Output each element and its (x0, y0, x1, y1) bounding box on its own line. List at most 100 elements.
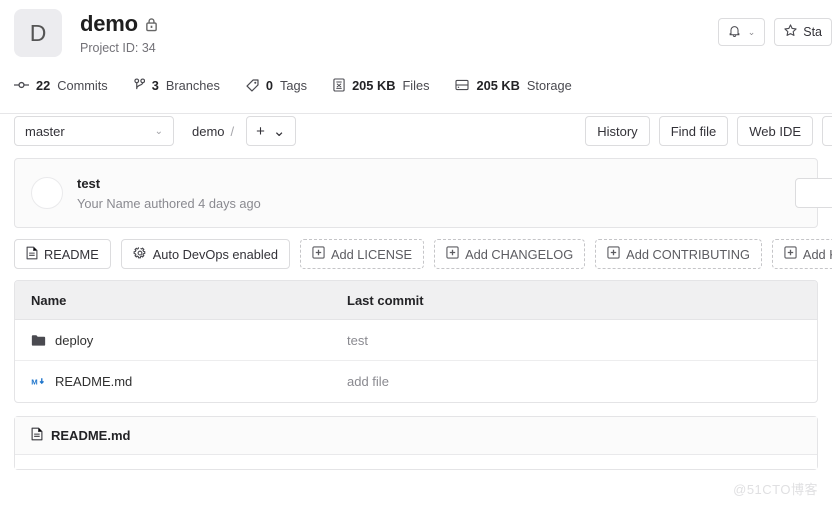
find-file-button[interactable]: Find file (658, 116, 729, 146)
add-changelog-button[interactable]: Add CHANGELOG (434, 239, 586, 269)
file-name-cell: M README.md (15, 374, 347, 389)
last-commit-card: test Your Name authored 4 days ago (14, 158, 832, 228)
table-header-row: Name Last commit (15, 281, 817, 320)
project-header: D demo Project ID: 34 (14, 0, 818, 66)
chevron-down-icon: ⌄ (154, 125, 163, 137)
tag-icon (246, 78, 259, 92)
stat-branches-value: 3 (151, 77, 159, 93)
stat-storage-value: 205 KB (476, 77, 520, 93)
stat-tags-label: Tags (280, 77, 308, 93)
page-title: demo (80, 11, 138, 36)
column-header-last-commit: Last commit (347, 292, 424, 308)
project-avatar-letter: D (29, 19, 47, 46)
project-title-line: demo (80, 11, 158, 37)
star-button[interactable]: Sta (774, 18, 832, 46)
header-actions: ⌄ Sta (717, 18, 832, 46)
file-name-link[interactable]: deploy (55, 333, 93, 348)
last-commit-title[interactable]: test (77, 176, 261, 191)
table-row[interactable]: M README.md add file (15, 361, 817, 402)
add-changelog-button-label: Add CHANGELOG (465, 246, 574, 262)
branch-selector[interactable]: master ⌄ (14, 116, 174, 146)
file-table: Name Last commit deploy test M README.md… (14, 280, 818, 403)
stat-commits-value: 22 (36, 77, 51, 93)
markdown-icon: M (31, 377, 46, 387)
gitlab-project-page: D demo Project ID: 34 ⌄ Sta 22 Commits 3… (0, 0, 832, 506)
add-license-button[interactable]: Add LICENSE (299, 239, 425, 269)
folder-icon (31, 334, 46, 346)
stat-tags-value: 0 (265, 77, 274, 93)
readme-button-label: README (44, 246, 99, 262)
chevron-down-icon: ⌄ (272, 123, 286, 140)
notifications-button[interactable]: ⌄ (717, 18, 766, 46)
readme-button[interactable]: README (14, 239, 111, 269)
table-row[interactable]: deploy test (15, 320, 817, 361)
lock-icon (145, 17, 158, 32)
add-contributing-button[interactable]: Add CONTRIBUTING (595, 239, 762, 269)
add-to-repo-button[interactable]: + ⌄ (246, 116, 296, 146)
quick-actions: README Auto DevOps enabled Add LICENSE A… (14, 228, 832, 280)
stat-storage: 205 KB Storage (455, 77, 572, 93)
branch-icon (134, 78, 145, 92)
commit-icon (14, 80, 29, 90)
svg-text:M: M (31, 377, 37, 386)
project-avatar: D (14, 9, 62, 57)
stat-files: 205 KB Files (333, 78, 429, 93)
auto-devops-button[interactable]: Auto DevOps enabled (120, 239, 290, 269)
plus-box-icon (784, 246, 797, 262)
storage-icon (455, 79, 470, 91)
chevron-down-icon: ⌄ (747, 26, 756, 37)
last-commit-meta: Your Name authored 4 days ago (77, 195, 261, 211)
stat-commits[interactable]: 22 Commits (14, 78, 108, 93)
web-ide-button[interactable]: Web IDE (737, 116, 813, 146)
auto-devops-button-label: Auto DevOps enabled (152, 246, 278, 262)
star-icon (784, 24, 797, 40)
breadcrumb-separator: / (230, 123, 235, 139)
avatar (31, 177, 63, 209)
bell-icon (728, 24, 741, 41)
clone-button[interactable] (822, 116, 832, 146)
readme-panel-header: README.md (15, 417, 817, 455)
plus-box-icon (312, 246, 325, 262)
file-last-commit[interactable]: test (347, 333, 817, 348)
history-button-label: History (597, 123, 638, 139)
file-last-commit[interactable]: add file (347, 374, 817, 389)
breadcrumb: demo / (192, 124, 234, 139)
add-kubernetes-button-label: Add Kub (802, 246, 832, 262)
plus-box-icon (446, 246, 459, 262)
history-button[interactable]: History (585, 116, 650, 146)
repo-toolbar: master ⌄ demo / + ⌄ History Find file Web… (14, 104, 832, 158)
project-stats: 22 Commits 3 Branches 0 Tags 205 KB File… (14, 66, 818, 104)
watermark: @51CTO博客 (733, 482, 818, 497)
find-file-button-label: Find file (670, 123, 717, 139)
readme-panel: README.md (14, 416, 818, 470)
web-ide-button-label: Web IDE (749, 123, 801, 139)
add-kubernetes-button[interactable]: Add Kub (771, 239, 832, 269)
stat-branches[interactable]: 3 Branches (134, 78, 220, 93)
stat-files-label: Files (402, 77, 430, 93)
stat-files-value: 205 KB (352, 77, 396, 93)
stat-branches-label: Branches (165, 77, 220, 93)
column-header-name: Name (31, 292, 67, 308)
stat-commits-label: Commits (57, 77, 108, 93)
stat-storage-label: Storage (526, 77, 572, 93)
file-icon (333, 78, 345, 92)
breadcrumb-root[interactable]: demo (192, 124, 225, 139)
file-doc-icon (31, 427, 43, 444)
file-name-cell: deploy (15, 333, 347, 348)
star-button-label: Sta (803, 25, 822, 39)
branch-selector-value: master (25, 123, 65, 139)
file-doc-icon (26, 246, 38, 263)
commit-sha-button[interactable] (795, 178, 832, 208)
file-name-link[interactable]: README.md (55, 374, 132, 389)
stat-tags[interactable]: 0 Tags (246, 78, 307, 93)
readme-panel-title: README.md (51, 428, 131, 443)
add-license-button-label: Add LICENSE (330, 246, 413, 262)
plus-box-icon (607, 246, 620, 262)
readme-panel-body (15, 455, 817, 469)
project-id: Project ID: 34 (80, 41, 156, 55)
plus-icon: + (256, 122, 265, 140)
add-contributing-button-label: Add CONTRIBUTING (626, 246, 750, 262)
last-commit-text: test Your Name authored 4 days ago (77, 176, 261, 211)
project-meta: demo Project ID: 34 (80, 9, 158, 55)
toolbar-actions: History Find file Web IDE (585, 116, 832, 146)
